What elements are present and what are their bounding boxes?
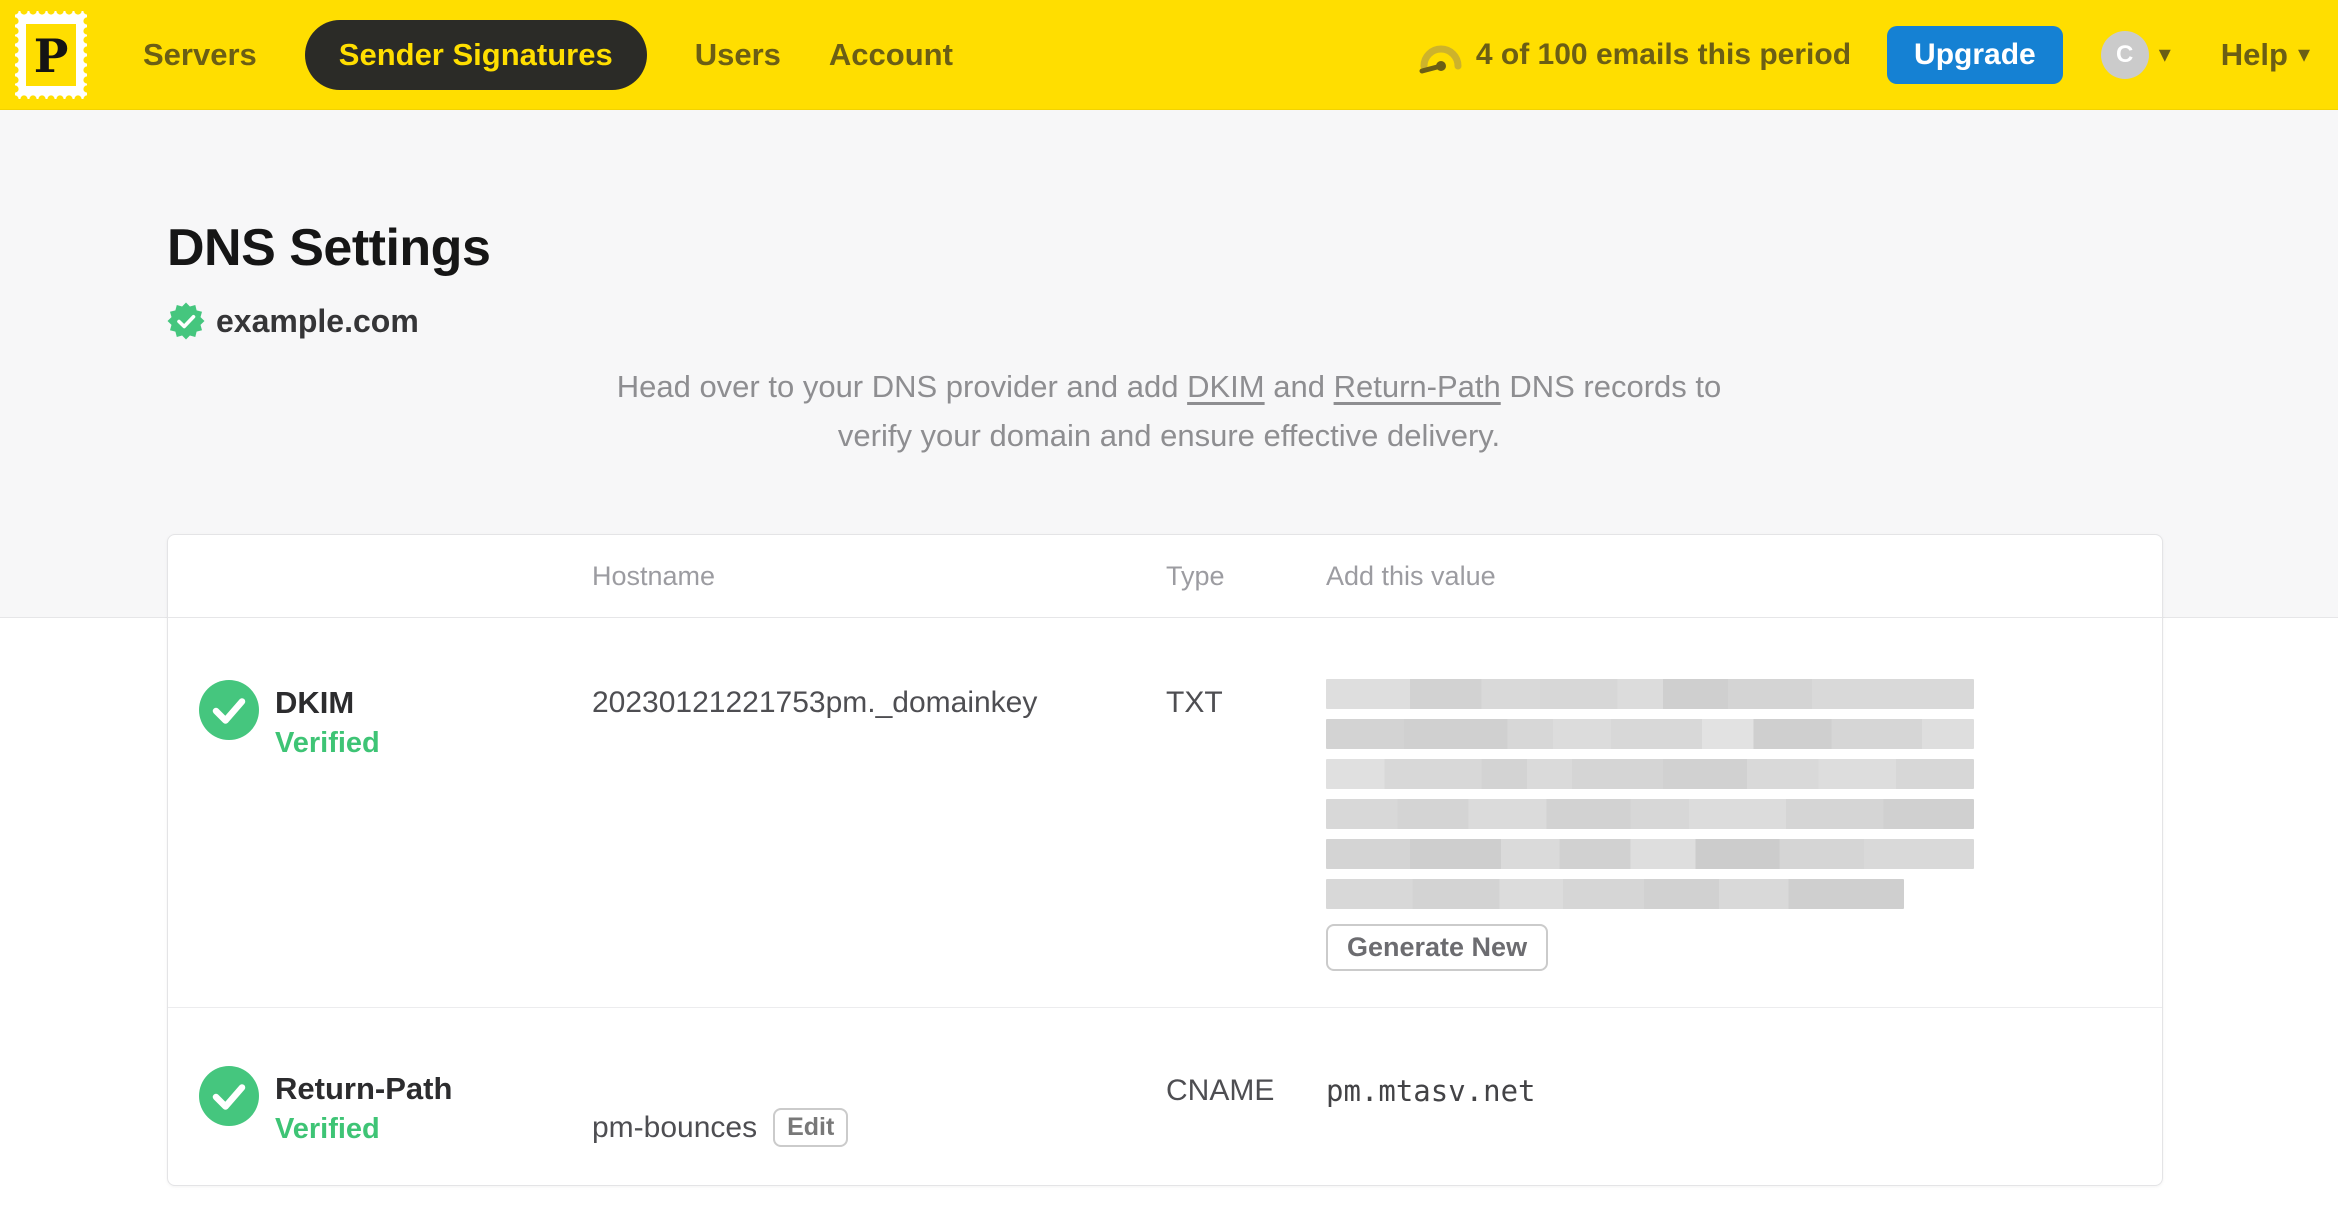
nav-item-account[interactable]: Account	[829, 37, 953, 73]
nav-links: Servers Sender Signatures Users Account	[143, 19, 953, 90]
page-title: DNS Settings	[167, 219, 491, 277]
redacted-value-line	[1326, 839, 1974, 869]
nav-item-sender-signatures[interactable]: Sender Signatures	[304, 19, 647, 90]
generate-new-button[interactable]: Generate New	[1326, 924, 1549, 971]
verified-domain: example.com	[167, 302, 419, 340]
redacted-value-line	[1326, 879, 1904, 909]
description-text: and	[1273, 369, 1325, 404]
nav-item-users[interactable]: Users	[695, 37, 781, 73]
hostname-value: pm-bounces	[592, 1110, 758, 1144]
postmark-stamp-logo-icon[interactable]: P	[15, 10, 87, 99]
header-type: Type	[1166, 560, 1225, 591]
help-menu-button[interactable]: Help ▾	[2221, 37, 2310, 73]
upgrade-button[interactable]: Upgrade	[1887, 25, 2063, 84]
table-row-dkim: DKIM Verified 20230121221753pm._domainke…	[168, 618, 2162, 1008]
value-cell: pm.mtasv.net	[1326, 1008, 2162, 1185]
value-cell: Generate New	[1326, 618, 2162, 1007]
dns-instructions: Head over to your DNS provider and add D…	[0, 362, 2338, 460]
table-row-return-path: Return-Path Verified pm-bounces Edit CNA…	[168, 1008, 2162, 1185]
header-hostname: Hostname	[592, 560, 716, 591]
dkim-link[interactable]: DKIM	[1187, 369, 1265, 404]
cname-value: pm.mtasv.net	[1326, 1074, 1536, 1108]
domain-name: example.com	[216, 302, 419, 339]
hostname-cell: 20230121221753pm._domainkey	[592, 686, 1038, 719]
avatar: C	[2100, 30, 2149, 79]
table-header-row: Hostname Type Add this value	[168, 535, 2162, 618]
record-cell: Return-Path Verified	[168, 1008, 592, 1185]
record-name: DKIM	[275, 685, 355, 720]
hostname-cell: pm-bounces Edit	[592, 1008, 1166, 1185]
type-cell: CNAME	[1166, 1074, 1275, 1107]
nav-item-servers[interactable]: Servers	[143, 37, 257, 73]
redacted-value-line	[1326, 719, 1974, 749]
record-cell: DKIM Verified	[168, 618, 592, 1007]
redacted-dkim-value	[1326, 679, 1974, 909]
redacted-value-line	[1326, 679, 1974, 709]
chevron-down-icon: ▾	[2297, 40, 2310, 68]
chevron-down-icon: ▾	[2158, 40, 2171, 68]
navbar-right: 4 of 100 emails this period Upgrade C ▾ …	[1418, 25, 2310, 84]
return-path-link[interactable]: Return-Path	[1334, 369, 1501, 404]
page: P Servers Sender Signatures Users Accoun…	[0, 0, 2338, 1222]
verified-check-icon	[199, 1066, 259, 1126]
record-labels: DKIM Verified	[275, 685, 380, 760]
redacted-value-line	[1326, 799, 1974, 829]
description-text: verify your domain and ensure effective …	[837, 418, 1501, 453]
record-name: Return-Path	[275, 1071, 453, 1106]
verified-check-icon	[199, 680, 259, 740]
help-label: Help	[2220, 36, 2288, 72]
type-cell: TXT	[1166, 686, 1223, 719]
description-text: Head over to your DNS provider and add	[616, 369, 1179, 404]
top-navbar: P Servers Sender Signatures Users Accoun…	[0, 0, 2338, 110]
record-labels: Return-Path Verified	[275, 1071, 452, 1146]
usage-counter: 4 of 100 emails this period	[1475, 37, 1852, 71]
dns-records-card: Hostname Type Add this value DKIM Verifi…	[167, 534, 2163, 1186]
logo-letter: P	[34, 29, 69, 83]
status-badge: Verified	[275, 1113, 380, 1145]
status-badge: Verified	[275, 727, 380, 759]
usage-gauge-icon	[1419, 45, 1462, 73]
edit-button[interactable]: Edit	[773, 1108, 849, 1147]
account-menu-button[interactable]: C ▾	[2100, 30, 2171, 79]
redacted-value-line	[1326, 759, 1974, 789]
description-text: DNS records to	[1509, 369, 1722, 404]
header-add-this-value: Add this value	[1326, 560, 1496, 591]
verified-seal-icon	[167, 302, 205, 340]
